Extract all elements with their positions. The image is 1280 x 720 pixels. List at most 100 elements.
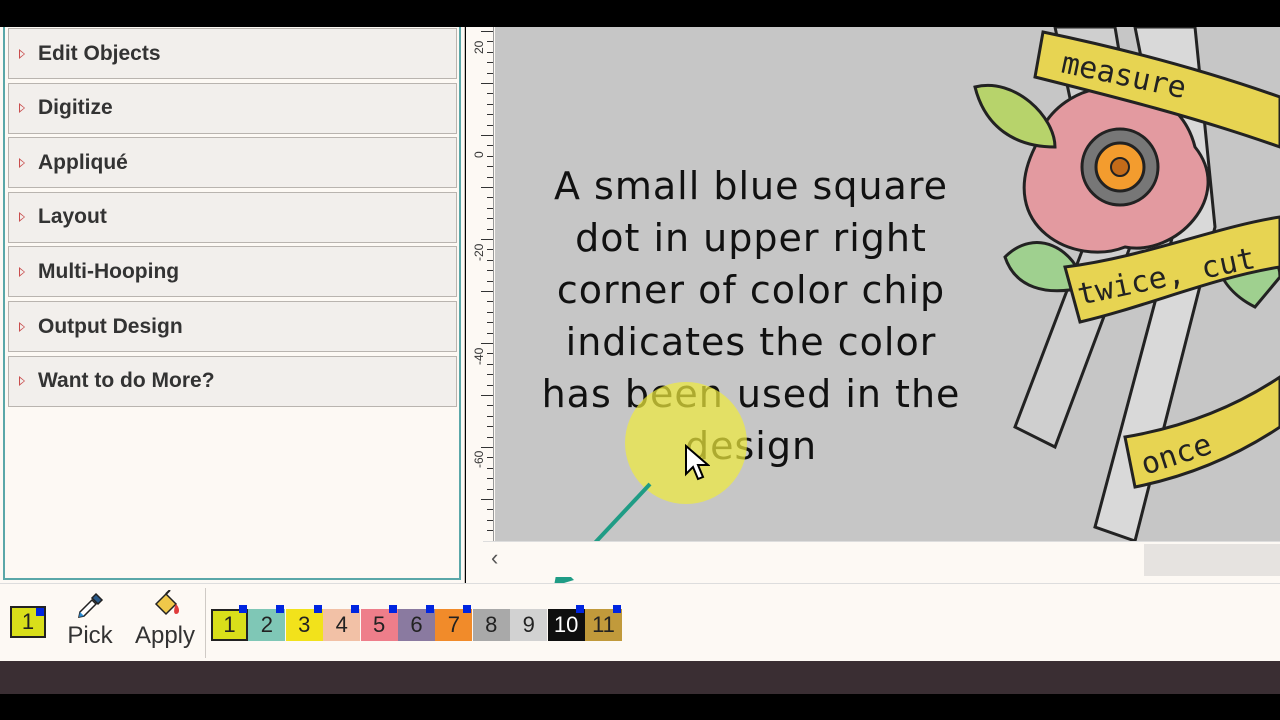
- mouse-cursor-icon: [685, 444, 710, 481]
- color-chip-1[interactable]: 1: [211, 605, 248, 641]
- used-indicator-dot: [276, 605, 285, 613]
- used-indicator-dot: [613, 605, 621, 613]
- used-indicator-dot: [388, 605, 397, 613]
- expand-triangle-icon: [19, 321, 25, 332]
- used-indicator-dot: [36, 608, 44, 616]
- color-chip-2[interactable]: 2: [248, 605, 286, 641]
- color-chip-9[interactable]: 9: [510, 609, 548, 641]
- section-label: Digitize: [38, 96, 113, 120]
- toolbar-separator: [205, 588, 206, 658]
- ruler-tick: [487, 478, 493, 480]
- color-chip-6[interactable]: 6: [398, 605, 435, 641]
- ruler-tick: [487, 280, 493, 282]
- ruler-tick: [487, 62, 493, 64]
- color-chip-11[interactable]: 11: [585, 605, 622, 641]
- pick-button[interactable]: Pick: [66, 590, 114, 650]
- section-label: Layout: [38, 205, 107, 229]
- pick-label: Pick: [67, 622, 113, 649]
- ruler-tick: [487, 467, 493, 469]
- used-indicator-dot: [313, 605, 322, 613]
- color-chip-10[interactable]: 10: [547, 605, 585, 641]
- ruler-tick: [487, 322, 493, 324]
- section-appliqu[interactable]: Appliqué: [8, 137, 457, 189]
- ruler-tick: [487, 41, 493, 43]
- scroll-left-icon[interactable]: ‹: [491, 545, 498, 571]
- ruler-tick: [481, 447, 493, 448]
- ruler-tick: [487, 166, 493, 168]
- color-chip-number: 1: [223, 612, 236, 637]
- section-multi-hooping[interactable]: Multi-Hooping: [8, 246, 457, 298]
- color-chip-3[interactable]: 3: [285, 605, 323, 641]
- section-want-to-do-more[interactable]: Want to do More?: [8, 355, 457, 407]
- paint-bucket-icon: [154, 590, 179, 616]
- color-chip-number: 7: [447, 612, 461, 637]
- color-chip-5[interactable]: 5: [360, 605, 398, 641]
- ruler-tick: [487, 207, 493, 209]
- ruler-tick: [481, 343, 493, 344]
- section-label: Multi-Hooping: [38, 259, 180, 283]
- ruler-tick: [487, 374, 493, 376]
- ruler-tick: [487, 426, 493, 428]
- section-digitize[interactable]: Digitize: [8, 82, 457, 134]
- color-chip-4[interactable]: 4: [323, 605, 361, 641]
- ruler-tick: [487, 363, 493, 365]
- ruler-tick: [487, 259, 493, 261]
- apply-button[interactable]: Apply: [130, 590, 200, 650]
- ruler-tick: [481, 83, 493, 84]
- color-chip-number: 11: [592, 612, 615, 637]
- color-chip-number: 6: [410, 612, 423, 637]
- eyedropper-icon: [78, 592, 104, 618]
- section-label: Edit Objects: [38, 41, 161, 65]
- ruler-label: 20: [472, 40, 486, 54]
- ruler-tick: [487, 218, 493, 220]
- ruler-tick: [487, 415, 493, 417]
- color-chip-number: 3: [298, 612, 311, 637]
- ruler-tick: [487, 197, 493, 199]
- ruler-tick: [487, 145, 493, 147]
- ruler-tick: [487, 114, 493, 116]
- color-chip-number: 10: [553, 612, 579, 637]
- section-label: Want to do More?: [38, 369, 215, 393]
- horizontal-scrollbar[interactable]: ‹: [483, 541, 1280, 577]
- expand-triangle-icon: [19, 266, 25, 277]
- current-color-number: 1: [21, 609, 35, 634]
- ruler-label: 0: [472, 150, 486, 158]
- ruler-tick: [481, 31, 493, 32]
- expand-triangle-icon: [19, 157, 25, 168]
- top-black-bar: [0, 0, 1280, 27]
- ruler-label: -60: [472, 450, 486, 468]
- scroll-thumb[interactable]: [1144, 544, 1280, 576]
- used-indicator-dot: [239, 605, 247, 613]
- section-output-design[interactable]: Output Design: [8, 301, 457, 352]
- ruler-tick: [481, 239, 493, 240]
- status-bar: [0, 661, 1280, 694]
- color-chip-7[interactable]: 7: [435, 605, 473, 641]
- color-toolbar: 1 Pick Apply 1 2 3 4 5 6 7 8 9 10 11: [0, 583, 1280, 661]
- color-chip-number: 9: [522, 612, 535, 637]
- ruler-tick: [487, 249, 493, 251]
- ruler-tick: [481, 395, 493, 396]
- expand-triangle-icon: [19, 48, 25, 59]
- expand-triangle-icon: [19, 103, 25, 114]
- ruler-tick: [487, 509, 493, 511]
- used-indicator-dot: [463, 605, 472, 613]
- ruler-tick: [487, 93, 493, 95]
- ruler-tick: [487, 228, 493, 230]
- apply-label: Apply: [134, 622, 196, 649]
- ruler-tick: [487, 270, 493, 272]
- ruler-tick: [487, 311, 493, 313]
- section-layout[interactable]: Layout: [8, 191, 457, 243]
- ruler-tick: [487, 488, 493, 490]
- ruler-tick: [487, 332, 493, 334]
- ruler-tick: [487, 353, 493, 355]
- current-color-chip[interactable]: 1: [10, 606, 46, 638]
- color-chip-number: 5: [372, 612, 386, 637]
- ruler-tick: [487, 72, 493, 74]
- vertical-ruler: 20 0 -20 -40 -60: [470, 27, 494, 541]
- ruler-tick: [487, 301, 493, 303]
- color-chip-number: 8: [485, 612, 498, 637]
- color-chip-8[interactable]: 8: [472, 609, 510, 641]
- ruler-tick: [487, 530, 493, 532]
- section-edit-objects[interactable]: Edit Objects: [8, 28, 457, 79]
- color-chip-number: 2: [260, 612, 274, 637]
